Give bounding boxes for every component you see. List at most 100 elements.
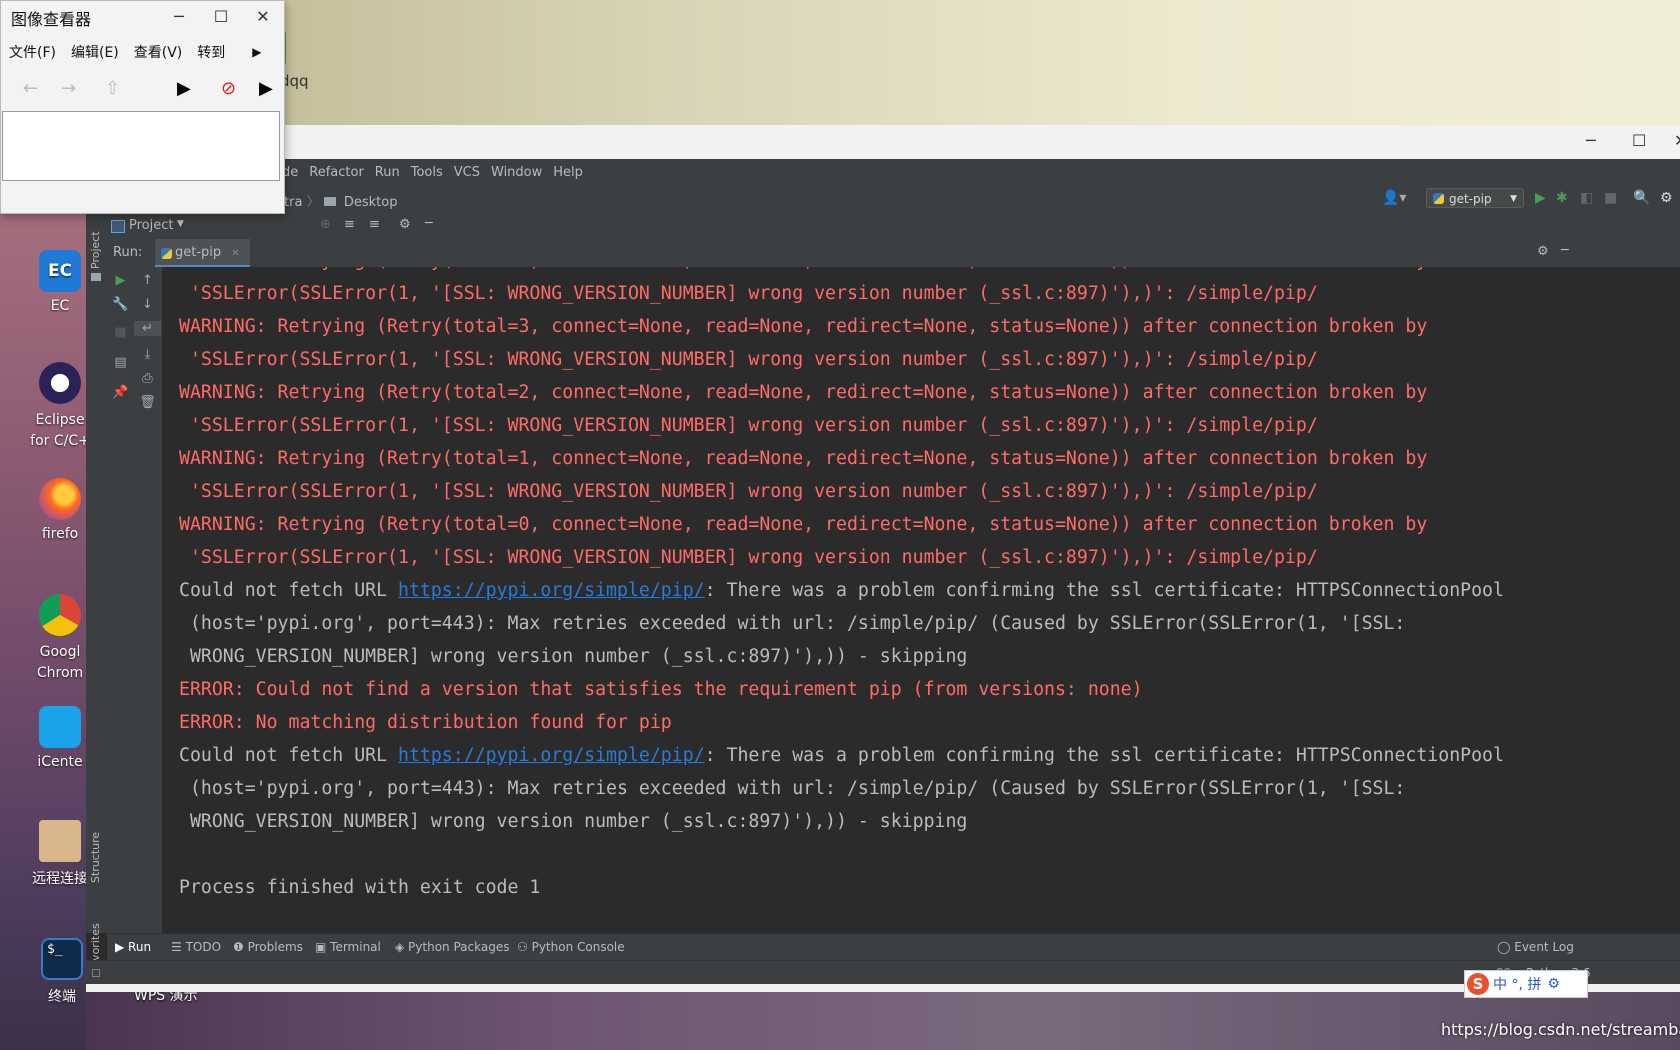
menu-more-icon[interactable]: ▶ [252, 45, 261, 59]
ide-menubar: de Refactor Run Tools VCS Window Help [86, 159, 1680, 185]
run-config-selector[interactable]: get-pip ▼ [1426, 188, 1524, 208]
soft-wrap-icon[interactable]: ↵ [134, 321, 161, 336]
menu-edit[interactable]: 编辑(E) [71, 42, 119, 62]
pin-icon[interactable]: 📌 [107, 385, 134, 400]
run-icon[interactable]: ▶ [1535, 190, 1546, 206]
image-viewer-window: 图像查看器 ─ ☐ ✕ 文件(F) 编辑(E) 查看(V) 转到 ▶ ← → ⇧… [0, 0, 285, 214]
project-view-icon [111, 220, 125, 233]
back-icon[interactable]: ← [23, 78, 38, 99]
debug-icon[interactable]: ✱ [1556, 190, 1568, 206]
tab-problems[interactable]: ❶ Problems [233, 940, 303, 954]
console-line: WARNING: Retrying (Retry(total=0, connec… [179, 514, 1428, 535]
menu-refactor[interactable]: Refactor [309, 165, 364, 180]
chevron-down-icon[interactable]: ▼ [177, 219, 184, 229]
stop-icon[interactable]: ⊘ [221, 78, 236, 99]
viewer-title: 图像查看器 [11, 10, 92, 29]
menu-window[interactable]: Window [491, 165, 542, 180]
run-panel-header: Run: get-pip ✕ ⚙ ─ [107, 239, 1680, 268]
ide-titlebar: ─ ☐ ✕ [86, 125, 1680, 160]
maximize-icon[interactable]: ☐ [1632, 131, 1646, 150]
chrome-icon [39, 594, 81, 636]
print-icon[interactable]: ⎙ [134, 371, 161, 386]
ime-indicator[interactable]: S 中 °, 拼 ⚙ [1464, 970, 1588, 998]
project-panel-header: Project ▼ ⊕ ≡ ≡ ⚙ ─ [107, 213, 448, 240]
python-icon [1433, 193, 1444, 204]
hide-icon[interactable]: ─ [1561, 243, 1569, 258]
console-line: ERROR: Could not find a version that sat… [179, 679, 1143, 700]
coverage-icon[interactable]: ◧ [1580, 190, 1593, 206]
trash-icon[interactable]: 🗑 [134, 395, 161, 410]
close-icon[interactable]: ✕ [251, 7, 275, 26]
gear-icon[interactable]: ⚙ [1537, 244, 1549, 259]
menu-file[interactable]: 文件(F) [9, 42, 56, 62]
sogou-icon: S [1467, 973, 1489, 995]
tab-python-console[interactable]: ⚇ Python Console [517, 940, 625, 954]
console-line: 'SSLError(SSLError(1, '[SSL: WRONG_VERSI… [179, 415, 1318, 436]
search-icon[interactable]: 🔍 [1633, 190, 1650, 206]
wrench-icon[interactable]: 🔧 [107, 297, 134, 312]
minimize-icon[interactable]: ─ [1586, 131, 1596, 150]
scroll-to-end-icon[interactable]: ⤓ [134, 347, 161, 362]
breadcrumb-item-desktop[interactable]: Desktop [344, 195, 398, 210]
play-icon[interactable]: ▶ [177, 78, 191, 99]
folder-icon [91, 273, 101, 281]
bottom-tool-tabs: ▶ Run ☰ TODO ❶ Problems ▣ Terminal ◈ Pyt… [107, 933, 1680, 961]
menu-view[interactable]: 查看(V) [134, 42, 183, 62]
breadcrumb-item-extra[interactable]: tra [284, 195, 302, 210]
gear-icon[interactable]: ⚙ [1660, 190, 1673, 206]
structure-stripe-tab[interactable]: Structure [89, 832, 102, 883]
menu-goto[interactable]: 转到 [197, 42, 225, 62]
user-icon[interactable]: 👤▾ [1382, 190, 1406, 206]
project-stripe-tab[interactable]: Project [89, 231, 102, 269]
up-icon[interactable]: ⇧ [105, 78, 120, 99]
tab-run[interactable]: ▶ Run [115, 940, 151, 954]
layout-icon[interactable]: ▤ [107, 355, 134, 370]
gear-icon[interactable]: ⚙ [399, 217, 411, 232]
menu-run[interactable]: Run [375, 165, 400, 180]
collapse-all-icon[interactable]: ≡ [369, 217, 380, 232]
maximize-icon[interactable]: ☐ [209, 7, 233, 26]
locate-icon[interactable]: ⊕ [320, 217, 331, 232]
console-line: ERROR: No matching distribution found fo… [179, 712, 672, 733]
arrow-up-icon[interactable]: ↑ [134, 273, 161, 288]
tab-python-packages[interactable]: ◈ Python Packages [395, 940, 509, 954]
run-tab-get-pip[interactable]: get-pip ✕ [155, 239, 250, 267]
remote-connection-icon [39, 820, 81, 862]
console-line: Process finished with exit code 1 [179, 877, 541, 898]
minimize-icon[interactable]: ─ [167, 7, 191, 26]
hide-icon[interactable]: ─ [425, 216, 433, 231]
close-icon[interactable]: ✕ [231, 248, 239, 259]
run-toolbar-primary: ▶ 🔧 ■ ▤ 📌 [107, 267, 135, 933]
more-icon[interactable]: ▶ [259, 78, 273, 99]
folder-icon [323, 197, 336, 206]
gear-icon[interactable]: ⚙ [1547, 976, 1560, 992]
stop-icon[interactable]: ■ [107, 325, 134, 340]
menu-vcs[interactable]: VCS [454, 165, 480, 180]
tool-window-toggle-icon[interactable]: ◻ [91, 965, 101, 979]
console-link[interactable]: https://pypi.org/simple/pip/ [398, 580, 705, 601]
forward-icon[interactable]: → [61, 78, 76, 99]
tab-todo[interactable]: ☰ TODO [171, 940, 221, 954]
tab-terminal[interactable]: ▣ Terminal [315, 940, 381, 954]
stop-icon[interactable]: ■ [1604, 190, 1617, 206]
console-link[interactable]: https://pypi.org/simple/pip/ [398, 745, 705, 766]
console-line: (host='pypi.org', port=443): Max retries… [179, 613, 1406, 634]
breadcrumb: tra 〉 Desktop [284, 191, 397, 210]
console-line: WRONG_VERSION_NUMBER] wrong version numb… [179, 811, 968, 832]
close-icon[interactable]: ✕ [1674, 131, 1680, 150]
eclipse-icon [39, 362, 81, 404]
ime-status: 中 °, 拼 [1493, 977, 1542, 993]
viewer-canvas[interactable] [2, 111, 280, 181]
menu-tools[interactable]: Tools [411, 165, 443, 180]
console-output[interactable]: WARNING: Retrying (Retry(total=4, connec… [162, 267, 1680, 933]
project-view-label[interactable]: Project [129, 218, 173, 233]
tab-event-log[interactable]: ◯ Event Log [1497, 940, 1574, 954]
terminal-icon: $_ [41, 938, 83, 980]
menu-help[interactable]: Help [553, 165, 583, 180]
arrow-down-icon[interactable]: ↓ [134, 297, 161, 312]
rerun-icon[interactable]: ▶ [107, 273, 134, 288]
viewer-menubar: 文件(F) 编辑(E) 查看(V) 转到 ▶ [1, 35, 284, 69]
console-line: WARNING: Retrying (Retry(total=3, connec… [179, 316, 1428, 337]
expand-all-icon[interactable]: ≡ [344, 217, 355, 232]
